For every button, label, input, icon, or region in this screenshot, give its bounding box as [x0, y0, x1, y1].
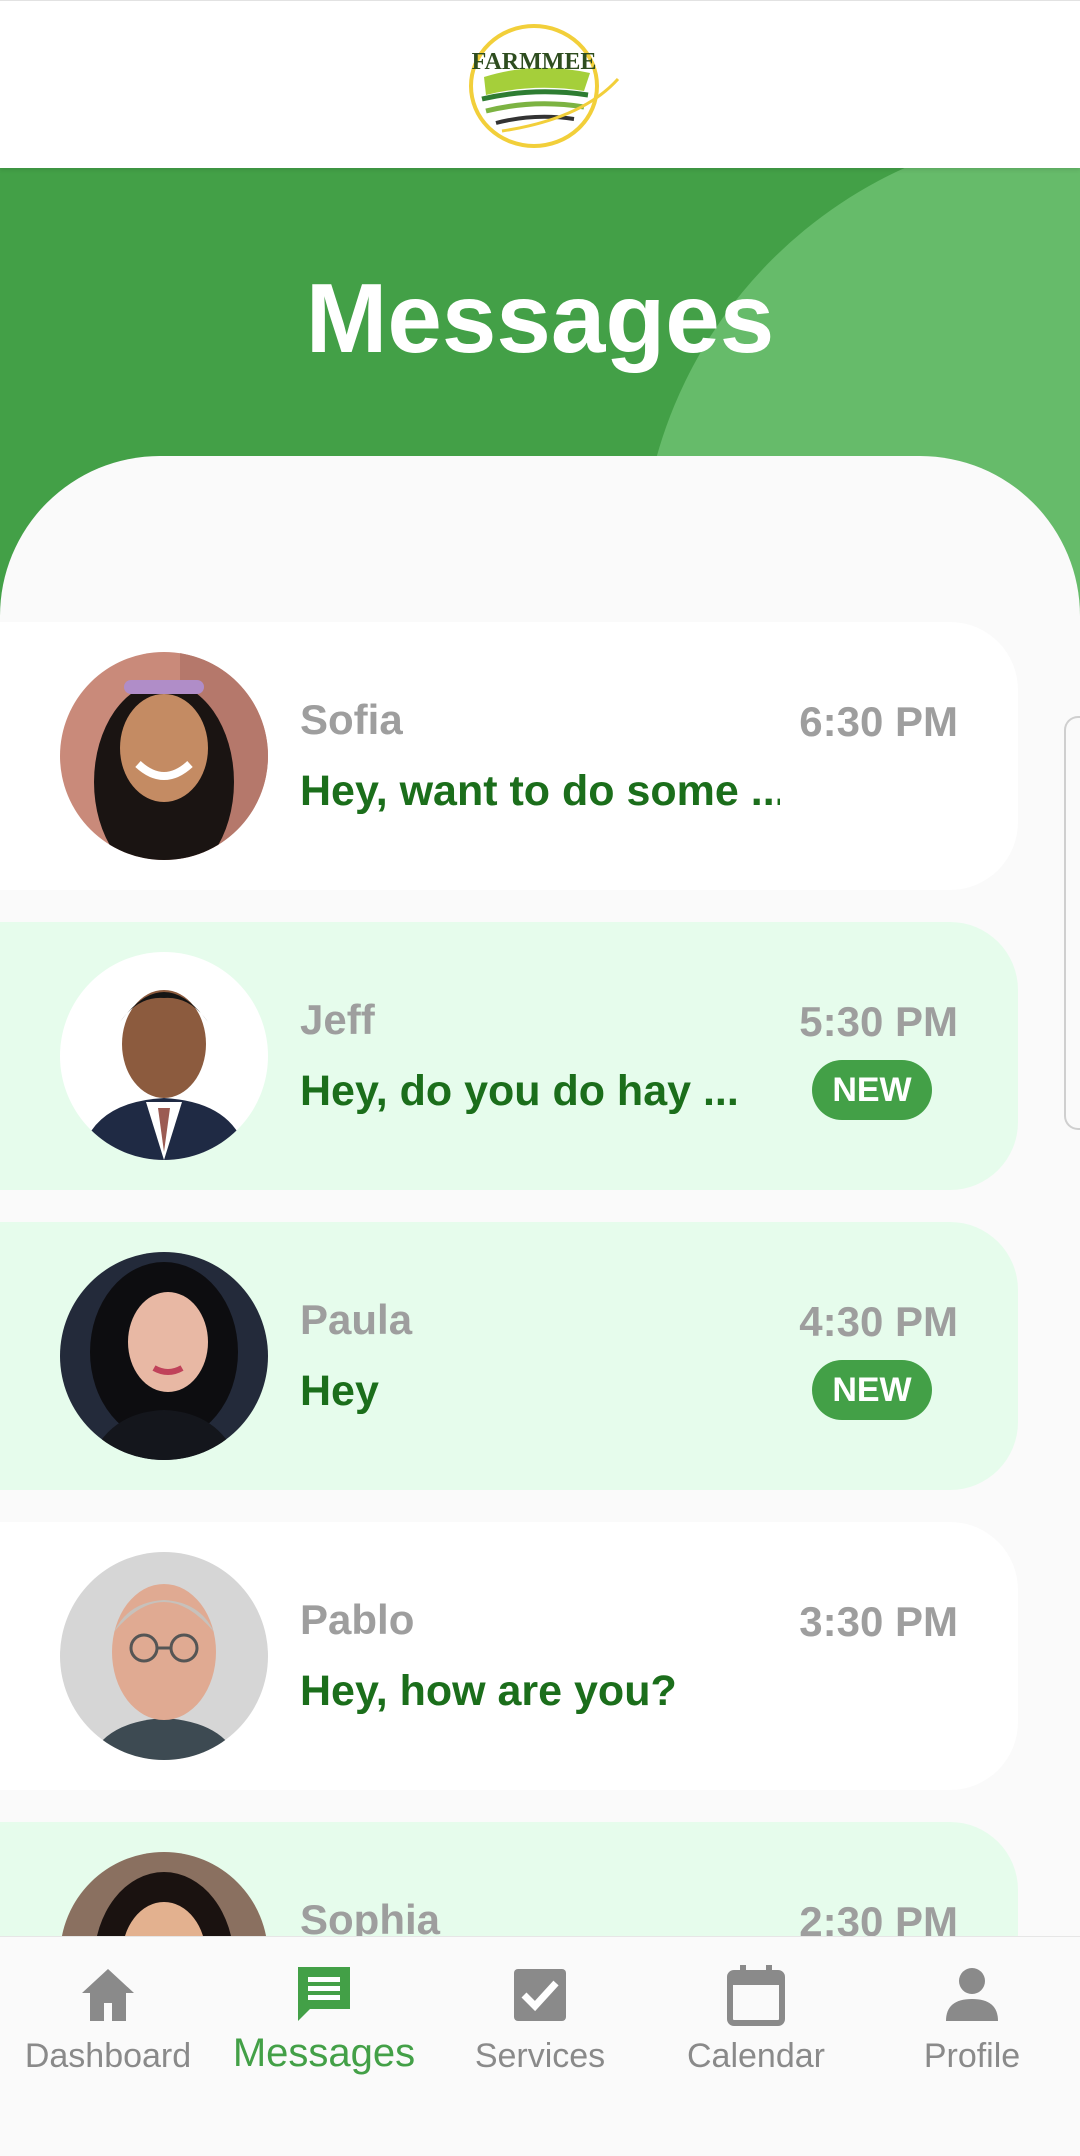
- new-badge: NEW: [812, 1060, 932, 1120]
- farmmee-logo: FARMMEE: [469, 24, 620, 148]
- message-time: 3:30 PM: [799, 1598, 958, 1645]
- avatar: [60, 652, 268, 860]
- message-item-jeff[interactable]: Jeff 5:30 PM Hey, do you do hay ... NEW: [0, 922, 1018, 1190]
- message-item-sofia[interactable]: Sofia 6:30 PM Hey, want to do some ...: [0, 622, 1018, 890]
- bottom-navigation: Dashboard Messages Services Calendar Pro…: [0, 1936, 1080, 2101]
- checkbox-icon: [514, 1969, 566, 2021]
- nav-label: Profile: [923, 2037, 1021, 2075]
- sender-name: Jeff: [300, 996, 375, 1043]
- nav-dashboard[interactable]: Dashboard: [0, 1937, 216, 2101]
- page-title: Messages: [305, 263, 775, 373]
- message-list: Sofia 6:30 PM Hey, want to do some ... J…: [0, 622, 1018, 2122]
- message-preview: Hey, want to do some ...: [300, 767, 780, 815]
- nav-profile[interactable]: Profile: [864, 1937, 1080, 2101]
- message-icon: [298, 1967, 350, 2021]
- home-icon: [82, 1969, 134, 2021]
- message-item-paula[interactable]: Paula 4:30 PM Hey NEW: [0, 1222, 1018, 1490]
- avatar: [60, 1552, 268, 1760]
- sender-name: Sofia: [300, 696, 403, 743]
- message-preview: Hey, how are you?: [300, 1667, 677, 1715]
- nav-calendar[interactable]: Calendar: [648, 1937, 864, 2101]
- new-badge: NEW: [812, 1360, 932, 1420]
- sender-name: Paula: [300, 1296, 413, 1343]
- sender-name: Pablo: [300, 1596, 415, 1643]
- message-time: 6:30 PM: [799, 698, 958, 745]
- nav-messages[interactable]: Messages: [216, 1937, 432, 2101]
- message-time: 5:30 PM: [799, 998, 958, 1045]
- message-preview: Hey: [300, 1367, 379, 1415]
- nav-label: Messages: [232, 2031, 416, 2075]
- avatar: [60, 1252, 268, 1460]
- nav-label: Dashboard: [24, 2037, 192, 2075]
- message-preview: Hey, do you do hay ...: [300, 1067, 739, 1115]
- calendar-icon: [727, 1965, 785, 2026]
- person-icon: [946, 1968, 998, 2021]
- nav-label: Calendar: [687, 2037, 825, 2075]
- message-time: 4:30 PM: [799, 1298, 958, 1345]
- app-header: FARMMEE: [0, 0, 1080, 168]
- nav-label: Services: [474, 2037, 606, 2075]
- nav-services[interactable]: Services: [432, 1937, 648, 2101]
- message-item-pablo[interactable]: Pablo 3:30 PM Hey, how are you?: [0, 1522, 1018, 1790]
- scrollbar[interactable]: [1064, 716, 1080, 1130]
- svg-text:FARMMEE: FARMMEE: [472, 49, 597, 75]
- avatar: [60, 952, 268, 1160]
